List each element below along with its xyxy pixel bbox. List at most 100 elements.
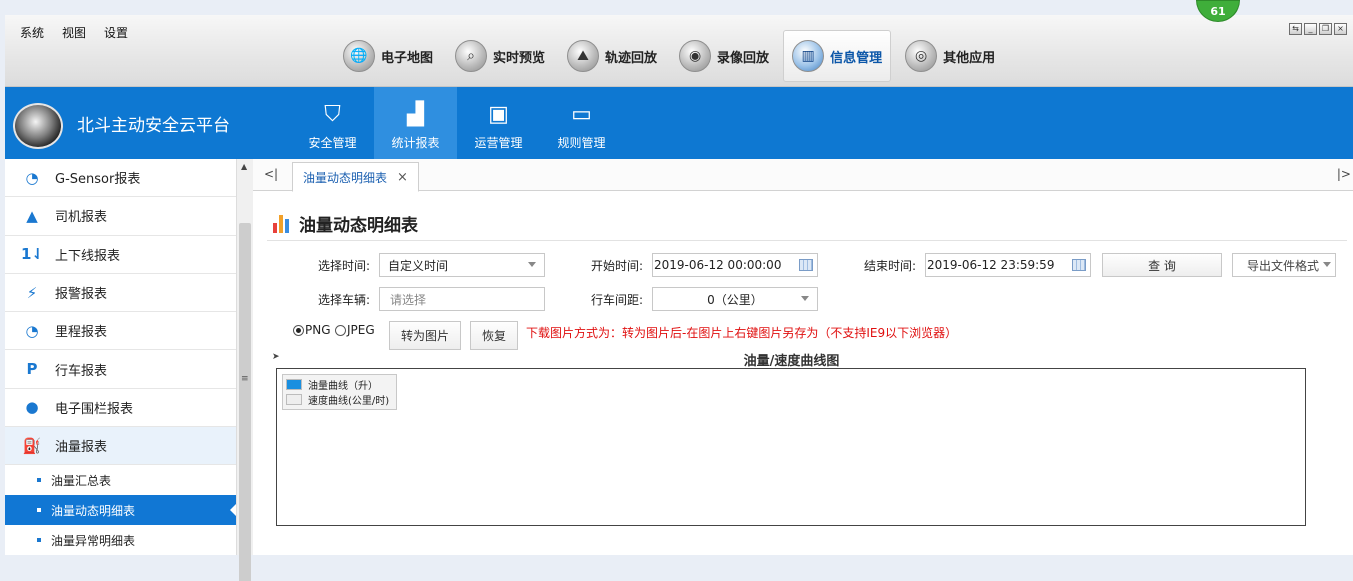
chart-title: 油量/速度曲线图	[743, 354, 840, 369]
alarm-icon: ⚡	[26, 283, 38, 302]
close-tab-icon[interactable]: ×	[397, 170, 408, 185]
page-header: 油量动态明细表	[273, 211, 418, 236]
chevron-down-icon	[1323, 262, 1331, 267]
app-header: 北斗主动安全云平台 ⛉ 安全管理 ▟ 统计报表 ▣ 运营管理 ▭ 规则管理	[5, 87, 1353, 159]
bullet-icon	[37, 538, 41, 543]
radio-unchecked-icon	[335, 324, 346, 336]
track-icon: ⛰	[567, 40, 600, 72]
divider	[267, 240, 1347, 241]
sidebar-scrollbar[interactable]: ▲ ≡	[236, 159, 253, 581]
query-button[interactable]: 查 询	[1102, 253, 1222, 277]
app-disc-icon: ◎	[905, 40, 938, 72]
chevron-down-icon	[528, 262, 536, 267]
main-content: <| 油量动态明细表 × |> 油量动态明细表 选择时间: 自定义时间 开始时间…	[253, 159, 1353, 555]
tab-scroll-right-icon[interactable]: |>	[1337, 167, 1351, 181]
png-radio[interactable]: PNG	[293, 323, 331, 337]
bullet-icon	[37, 508, 41, 513]
magnifier-icon: ⌕	[455, 40, 488, 72]
nav-tab-rules[interactable]: ▭ 规则管理	[540, 87, 623, 159]
video-reel-icon: ◉	[679, 40, 712, 72]
page-title: 油量动态明细表	[299, 216, 418, 236]
gauge-icon: ◔	[25, 168, 39, 187]
device-icon: ▣	[488, 102, 509, 127]
window-controls: ⇆ _ ❐ ×	[1289, 23, 1347, 35]
module-bar: 🌐 电子地图 ⌕ 实时预览 ⛰ 轨迹回放 ◉ 录像回放 ▥ 信息管理 ◎ 其他应…	[335, 30, 1003, 82]
legend-item-fuel[interactable]: 油量曲线（升）	[286, 377, 393, 392]
menu-settings[interactable]: 设置	[104, 24, 128, 41]
sidebar-item-mileage[interactable]: ◔ 里程报表	[5, 312, 236, 351]
restore-icon[interactable]: ❐	[1319, 23, 1332, 35]
nav-tab-statistics[interactable]: ▟ 统计报表	[374, 87, 457, 159]
interval-select[interactable]: 0（公里）	[652, 287, 818, 311]
shield-play-icon: ⛉	[324, 102, 341, 127]
fuel-pump-icon: ⛽	[22, 436, 42, 455]
sidebar-item-fuel[interactable]: ⛽ 油量报表	[5, 427, 236, 466]
module-info-management[interactable]: ▥ 信息管理	[783, 30, 892, 82]
interval-label: 行车间距:	[591, 293, 644, 307]
vehicle-input[interactable]: 请选择	[379, 287, 545, 311]
online-offline-icon: 1⇃	[21, 245, 45, 264]
info-chart-icon: ▥	[792, 40, 825, 72]
sidebar-item-driving[interactable]: P 行车报表	[5, 350, 236, 389]
module-other-apps[interactable]: ◎ 其他应用	[897, 30, 1003, 82]
convert-to-image-button[interactable]: 转为图片	[389, 321, 461, 350]
scrollbar-thumb[interactable]	[239, 223, 251, 581]
bar-chart-icon: ▟	[407, 102, 424, 127]
tab-strip: <| 油量动态明细表 × |>	[253, 159, 1353, 192]
nav-tab-safety[interactable]: ⛉ 安全管理	[291, 87, 374, 159]
speedometer-icon: ◔	[25, 321, 39, 340]
system-menu: 系统 视图 设置	[20, 24, 128, 41]
sidebar-item-online-offline[interactable]: 1⇃ 上下线报表	[5, 236, 236, 274]
map-globe-icon: 🌐	[343, 40, 375, 72]
sidebar-item-driver[interactable]: ▲ 司机报表	[5, 197, 236, 236]
calendar-icon[interactable]	[799, 259, 813, 271]
time-select[interactable]: 自定义时间	[379, 253, 545, 277]
sidebar-item-alarm[interactable]: ⚡ 报警报表	[5, 274, 236, 313]
module-electronic-map[interactable]: 🌐 电子地图	[335, 30, 441, 82]
module-live-preview[interactable]: ⌕ 实时预览	[447, 30, 553, 82]
minimize-icon[interactable]: _	[1304, 23, 1317, 35]
radio-checked-icon	[293, 324, 304, 336]
sidebar: ◔ G-Sensor报表 ▲ 司机报表 1⇃ 上下线报表 ⚡ 报警报表 ◔ 里程…	[5, 159, 236, 555]
export-format-select[interactable]: 导出文件格式	[1232, 253, 1336, 277]
restore-button[interactable]: 恢复	[470, 321, 518, 350]
start-time-input[interactable]: 2019-06-12 00:00:00	[652, 253, 818, 277]
nav-tabs: ⛉ 安全管理 ▟ 统计报表 ▣ 运营管理 ▭ 规则管理	[291, 87, 623, 159]
calendar-icon[interactable]	[1072, 259, 1086, 271]
legend-swatch	[286, 379, 302, 390]
chevron-down-icon	[801, 296, 809, 301]
warning-triangle-icon: ▲	[26, 206, 38, 225]
module-video-playback[interactable]: ◉ 录像回放	[671, 30, 777, 82]
splitter-grip-icon[interactable]: ≡	[241, 374, 249, 384]
nav-tab-operations[interactable]: ▣ 运营管理	[457, 87, 540, 159]
platform-logo	[13, 103, 63, 149]
stack-icon: ▭	[571, 102, 592, 127]
location-pin-icon: ●	[25, 398, 39, 417]
module-track-playback[interactable]: ⛰ 轨迹回放	[559, 30, 665, 82]
sidebar-item-gsensor[interactable]: ◔ G-Sensor报表	[5, 159, 236, 198]
tab-scroll-left-icon[interactable]: <|	[264, 167, 278, 181]
scroll-up-arrow-icon[interactable]: ▲	[241, 162, 247, 171]
legend-swatch	[286, 394, 302, 405]
parking-p-icon: P	[26, 360, 38, 379]
start-time-label: 开始时间:	[591, 259, 644, 273]
menu-view[interactable]: 视图	[62, 24, 86, 41]
end-time-input[interactable]: 2019-06-12 23:59:59	[925, 253, 1091, 277]
sidebar-subitem-fuel-abnormal[interactable]: 油量异常明细表	[5, 525, 236, 555]
legend-item-speed[interactable]: 速度曲线(公里/时)	[286, 392, 393, 407]
close-window-icon[interactable]: ×	[1334, 23, 1347, 35]
top-menu-bar: 系统 视图 设置 🌐 电子地图 ⌕ 实时预览 ⛰ 轨迹回放 ◉ 录像回放 ▥ 信…	[5, 15, 1353, 87]
chart-area: 油量曲线（升） 速度曲线(公里/时)	[276, 368, 1306, 526]
switch-window-icon[interactable]: ⇆	[1289, 23, 1302, 35]
menu-system[interactable]: 系统	[20, 24, 44, 41]
report-chart-icon	[273, 214, 289, 233]
download-hint: 下载图片方式为：转为图片后-在图片上右键图片另存为（不支持IE9以下浏览器）	[526, 326, 958, 340]
end-time-label: 结束时间:	[864, 259, 917, 273]
sidebar-subitem-fuel-summary[interactable]: 油量汇总表	[5, 465, 236, 495]
tab-fuel-dynamic[interactable]: 油量动态明细表 ×	[292, 162, 419, 192]
time-label: 选择时间:	[318, 259, 371, 273]
jpeg-radio[interactable]: JPEG	[335, 323, 375, 337]
vehicle-label: 选择车辆:	[318, 293, 371, 307]
sidebar-subitem-fuel-dynamic[interactable]: 油量动态明细表	[5, 495, 236, 526]
sidebar-item-geofence[interactable]: ● 电子围栏报表	[5, 389, 236, 428]
